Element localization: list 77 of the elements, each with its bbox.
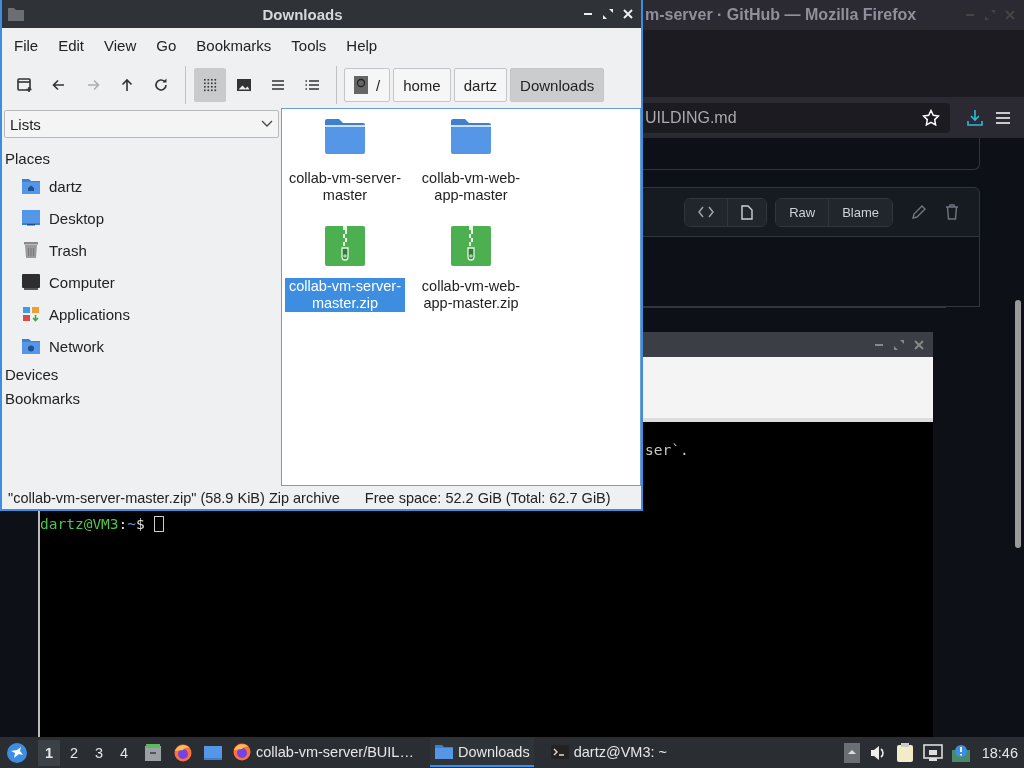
sidebar-item[interactable]: dartz xyxy=(4,170,279,202)
status-text: Free space: 52.2 GiB (Total: 62.7 GiB) xyxy=(364,490,611,506)
menu-item[interactable]: File xyxy=(4,36,49,54)
file-action-button[interactable]: Blame xyxy=(828,198,892,226)
text-cursor xyxy=(153,516,164,532)
folder-icon xyxy=(325,118,365,154)
workspace-button[interactable]: 2 xyxy=(63,739,85,766)
network-folder-icon xyxy=(21,336,41,356)
reload-icon xyxy=(152,76,170,94)
scrollbar-thumb[interactable] xyxy=(1015,300,1021,548)
task-button[interactable]: collab-vm-server/BUIL… xyxy=(228,738,418,767)
trash-icon xyxy=(21,240,41,260)
maximize-icon[interactable] xyxy=(601,7,615,21)
home-folder-icon xyxy=(21,176,41,196)
zip-archive-icon xyxy=(451,226,491,266)
file-cabinet-icon[interactable] xyxy=(143,742,163,763)
path-button[interactable]: / xyxy=(344,68,391,102)
workspace-button[interactable]: 1 xyxy=(38,739,60,766)
document-icon xyxy=(741,204,754,220)
menu-item[interactable]: Go xyxy=(146,36,187,54)
drive-icon xyxy=(354,76,368,94)
network-icon[interactable] xyxy=(922,743,943,762)
code-icon xyxy=(698,206,715,218)
update-notification-icon[interactable] xyxy=(951,743,970,762)
sidebar-item[interactable]: Computer xyxy=(4,266,279,298)
window-title: m-server · GitHub — Mozilla Firefox xyxy=(645,6,918,24)
sidebar-mode-dropdown[interactable]: Lists xyxy=(4,110,279,138)
terminal-line: ser`. xyxy=(645,442,689,458)
file-action-button[interactable]: Raw xyxy=(776,198,829,226)
desktop-icon xyxy=(21,208,41,228)
volume-icon[interactable] xyxy=(868,743,887,762)
download-icon[interactable] xyxy=(966,108,984,127)
sidebar-section-header[interactable]: Devices xyxy=(4,362,279,386)
window-title: Downloads xyxy=(261,5,344,23)
path-button[interactable]: home xyxy=(393,68,451,102)
sidebar-section-header[interactable]: Bookmarks xyxy=(4,386,279,410)
file-name[interactable]: collab-vm-server-master xyxy=(285,170,405,204)
monitor-icon xyxy=(21,272,41,292)
folder-icon xyxy=(451,118,491,154)
trash-icon[interactable] xyxy=(945,204,959,220)
path-button[interactable]: Downloads xyxy=(510,68,605,102)
status-text: "collab-vm-server-master.zip" (58.9 KiB) Zip archive xyxy=(8,490,340,506)
firefox-icon xyxy=(232,741,252,762)
code-view-button[interactable] xyxy=(685,198,728,226)
menu-item[interactable]: Bookmarks xyxy=(186,36,282,54)
menu-item[interactable]: Help xyxy=(336,36,388,54)
new-window-icon xyxy=(16,76,34,94)
chevron-down-icon xyxy=(261,120,273,128)
image-icon xyxy=(235,76,253,94)
sidebar-item[interactable]: Network xyxy=(4,330,279,362)
path-button[interactable]: dartz xyxy=(453,68,508,102)
file-name[interactable]: collab-vm-web-app-master xyxy=(411,170,531,204)
sidebar-section-header[interactable]: Places xyxy=(4,146,279,170)
grid-icon xyxy=(201,76,219,94)
folder-icon xyxy=(8,7,24,21)
sidebar-item[interactable]: Applications xyxy=(4,298,279,330)
clock: 18:46 xyxy=(981,744,1018,761)
tray-expand-icon[interactable] xyxy=(843,742,860,763)
bookmark-star-icon[interactable] xyxy=(922,108,940,127)
close-icon[interactable] xyxy=(621,7,635,21)
task-button[interactable]: dartz@VM3: ~ xyxy=(545,738,671,767)
firefox-icon[interactable] xyxy=(173,742,193,763)
menu-item[interactable]: View xyxy=(94,36,147,54)
file-name[interactable]: collab-vm-web-app-master.zip xyxy=(411,278,531,312)
zip-archive-icon xyxy=(325,226,365,266)
menu-item[interactable]: Tools xyxy=(281,36,337,54)
preview-button[interactable] xyxy=(727,198,767,226)
workspace-button[interactable]: 4 xyxy=(113,739,135,766)
applications-icon xyxy=(21,304,41,324)
sidebar-item[interactable]: Trash xyxy=(4,234,279,266)
workspace-button[interactable]: 3 xyxy=(88,739,110,766)
task-button[interactable]: Downloads xyxy=(429,738,534,767)
clipboard-icon[interactable] xyxy=(895,742,914,763)
menu-item[interactable]: Edit xyxy=(48,36,95,54)
terminal-prompt: dartz@VM3:~$ xyxy=(40,516,145,532)
start-menu-icon[interactable] xyxy=(6,741,28,764)
sidebar-item[interactable]: Desktop xyxy=(4,202,279,234)
